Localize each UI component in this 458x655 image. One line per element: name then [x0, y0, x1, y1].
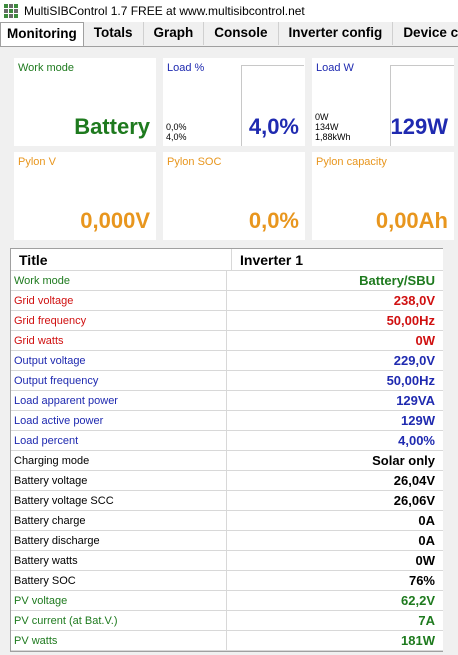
- row-title: Battery voltage SCC: [11, 491, 227, 510]
- table-row[interactable]: Grid watts 0W: [11, 331, 443, 351]
- load-watts-range: 0W 134W 1,88kWh: [315, 112, 351, 142]
- table-row[interactable]: Battery voltage SCC 26,06V: [11, 491, 443, 511]
- table-row[interactable]: Work mode Battery/SBU: [11, 271, 443, 291]
- vertical-scrollbar[interactable]: [443, 248, 458, 655]
- table-row[interactable]: Grid voltage 238,0V: [11, 291, 443, 311]
- table-body: Work mode Battery/SBU Grid voltage 238,0V Gr…: [11, 271, 443, 651]
- row-value: 50,00Hz: [386, 373, 435, 388]
- tab-totals[interactable]: Totals: [84, 22, 144, 45]
- window-title: MultiSIBControl 1.7 FREE at www.multisib…: [24, 4, 305, 18]
- tab-device-config[interactable]: Device c: [393, 22, 458, 45]
- card-label: Pylon SOC: [167, 156, 222, 168]
- row-title: Battery watts: [11, 551, 227, 570]
- table-row[interactable]: Battery SOC 76%: [11, 571, 443, 591]
- column-header-inverter[interactable]: Inverter 1: [232, 252, 443, 268]
- title-bar: MultiSIBControl 1.7 FREE at www.multisib…: [0, 0, 458, 22]
- column-header-title[interactable]: Title: [11, 249, 232, 270]
- range-max: 4,0%: [166, 132, 187, 142]
- table-row[interactable]: Battery discharge 0A: [11, 531, 443, 551]
- card-load-percent: Load % 0,0% 4,0% 4,0%: [163, 58, 305, 146]
- row-value: 0A: [418, 533, 435, 548]
- row-title: Grid watts: [11, 331, 227, 350]
- row-title: PV watts: [11, 631, 227, 650]
- card-label: Pylon capacity: [316, 156, 387, 168]
- row-value: 26,04V: [393, 473, 435, 488]
- table-row[interactable]: Battery watts 0W: [11, 551, 443, 571]
- table-row[interactable]: Output voltage 229,0V: [11, 351, 443, 371]
- row-title: Load apparent power: [11, 391, 227, 410]
- row-title: Load active power: [11, 411, 227, 430]
- table-row[interactable]: PV current (at Bat.V.) 7A: [11, 611, 443, 631]
- row-title: Work mode: [11, 271, 227, 290]
- row-title: Output voltage: [11, 351, 227, 370]
- energy-total: 1,88kWh: [315, 132, 351, 142]
- table-row[interactable]: Load apparent power 129VA: [11, 391, 443, 411]
- row-value: 0W: [415, 333, 436, 348]
- table-header: Title Inverter 1: [11, 249, 443, 271]
- range-min: 0W: [315, 112, 329, 122]
- row-title: Output frequency: [11, 371, 227, 390]
- card-value-work-mode: Battery: [74, 114, 150, 139]
- card-load-watts: Load W 0W 134W 1,88kWh 129W: [312, 58, 454, 146]
- row-title: Grid frequency: [11, 311, 227, 330]
- table-row[interactable]: Load active power 129W: [11, 411, 443, 431]
- card-pylon-soc: Pylon SOC 0,0%: [163, 152, 305, 240]
- row-value: 238,0V: [393, 293, 435, 308]
- card-value-load-watts: 129W: [390, 114, 448, 139]
- row-title: Battery charge: [11, 511, 227, 530]
- row-value: 76%: [408, 573, 435, 588]
- table-row[interactable]: Charging mode Solar only: [11, 451, 443, 471]
- card-label: Pylon V: [18, 156, 56, 168]
- card-label: Load W: [316, 62, 354, 74]
- load-percent-range: 0,0% 4,0%: [166, 122, 187, 142]
- table-row[interactable]: Battery charge 0A: [11, 511, 443, 531]
- table-row[interactable]: Battery voltage 26,04V: [11, 471, 443, 491]
- row-value: 0W: [415, 553, 436, 568]
- card-value-load-percent: 4,0%: [248, 114, 299, 139]
- row-title: Grid voltage: [11, 291, 227, 310]
- table-row[interactable]: Output frequency 50,00Hz: [11, 371, 443, 391]
- row-value: 62,2V: [401, 593, 435, 608]
- row-value: 129W: [401, 413, 435, 428]
- card-pylon-v: Pylon V 0,000V: [14, 152, 156, 240]
- row-title: PV current (at Bat.V.): [11, 611, 227, 630]
- card-value-pylon-v: 0,000V: [80, 208, 150, 233]
- row-value: 50,00Hz: [386, 313, 435, 328]
- row-title: Battery discharge: [11, 531, 227, 550]
- tab-graph[interactable]: Graph: [144, 22, 205, 45]
- table-row[interactable]: Grid frequency 50,00Hz: [11, 311, 443, 331]
- row-value: 229,0V: [393, 353, 435, 368]
- range-max: 134W: [315, 122, 339, 132]
- row-title: Battery SOC: [11, 571, 227, 590]
- tab-monitoring[interactable]: Monitoring: [0, 22, 84, 46]
- row-title: PV voltage: [11, 591, 227, 610]
- card-label: Load %: [167, 62, 205, 74]
- row-title: Battery voltage: [11, 471, 227, 490]
- row-value: Solar only: [372, 453, 435, 468]
- card-label: Work mode: [18, 62, 75, 74]
- row-title: Load percent: [11, 431, 227, 450]
- tab-inverter-config[interactable]: Inverter config: [279, 22, 394, 45]
- row-value: 7A: [418, 613, 435, 628]
- inverter-data-table: Title Inverter 1 Work mode Battery/SBU Gri…: [10, 248, 444, 652]
- card-value-pylon-soc: 0,0%: [248, 208, 299, 233]
- row-value: 26,06V: [393, 493, 435, 508]
- card-pylon-capacity: Pylon capacity 0,00Ah: [312, 152, 454, 240]
- card-value-pylon-capacity: 0,00Ah: [375, 208, 448, 233]
- row-value: 4,00%: [398, 433, 435, 448]
- row-value: 181W: [401, 633, 435, 648]
- table-row[interactable]: PV watts 181W: [11, 631, 443, 651]
- tab-bar: Monitoring Totals Graph Console Inverter…: [0, 22, 458, 47]
- row-title: Charging mode: [11, 451, 227, 470]
- table-row[interactable]: PV voltage 62,2V: [11, 591, 443, 611]
- card-work-mode: Work mode Battery: [14, 58, 156, 146]
- app-icon: [4, 4, 18, 18]
- row-value: Battery/SBU: [359, 273, 435, 288]
- table-row[interactable]: Load percent 4,00%: [11, 431, 443, 451]
- range-min: 0,0%: [166, 122, 187, 132]
- tab-console[interactable]: Console: [204, 22, 279, 45]
- row-value: 129VA: [396, 393, 435, 408]
- row-value: 0A: [418, 513, 435, 528]
